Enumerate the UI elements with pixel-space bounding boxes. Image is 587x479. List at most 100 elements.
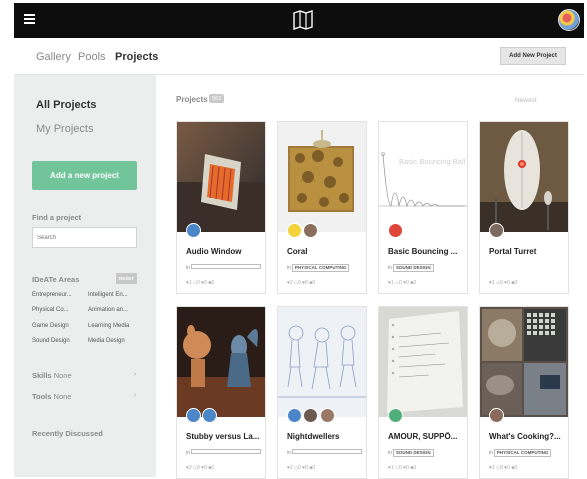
- project-thumbnail[interactable]: Basic Bouncing Ball: [379, 122, 467, 232]
- projects-heading: Projects: [176, 95, 208, 104]
- reset-button[interactable]: RESET: [116, 273, 137, 284]
- project-authors: [287, 408, 335, 425]
- project-title[interactable]: AMOUR, SUPPÔ...: [388, 432, 464, 441]
- author-avatar[interactable]: [202, 408, 218, 423]
- area-tag[interactable]: PHYSICAL COMPUTING: [493, 449, 552, 457]
- project-stats: ♥1 ◇0 ♥0 ■0: [186, 280, 215, 286]
- project-stats: ♥2 ◇0 ♥0 ■0: [186, 465, 215, 471]
- project-thumbnail[interactable]: [177, 307, 265, 417]
- project-stats: ♥1 ◇0 ♥0 ■0: [388, 465, 417, 471]
- author-avatar[interactable]: [287, 223, 302, 238]
- project-authors: [489, 408, 504, 425]
- area-filter[interactable]: Learning Media: [88, 323, 129, 329]
- tools-filter[interactable]: Tools None: [32, 392, 71, 401]
- thumbnail-caption: Basic Bouncing Ball: [399, 157, 466, 166]
- area-tag[interactable]: [291, 449, 362, 454]
- project-title[interactable]: Audio Window: [186, 247, 262, 256]
- tab-gallery[interactable]: Gallery: [36, 51, 71, 63]
- in-label: in: [388, 450, 392, 456]
- project-thumbnail[interactable]: [278, 122, 366, 232]
- project-title[interactable]: Stubby versus La...: [186, 432, 262, 441]
- chevron-right-icon[interactable]: ›: [134, 371, 136, 378]
- sub-navigation: Gallery Pools Projects Add New Project: [14, 38, 584, 75]
- project-authors: [186, 408, 218, 425]
- skills-label: Skills: [32, 371, 52, 380]
- project-stats: ♥2 ◇0 ♥0 ■0: [287, 465, 316, 471]
- project-card[interactable]: Portal Turret ♥1 ◇0 ♥0 ■0: [479, 121, 569, 294]
- project-title[interactable]: Nightdwellers: [287, 432, 363, 441]
- area-filter[interactable]: Media Design: [88, 338, 125, 344]
- map-logo-icon[interactable]: [292, 10, 314, 30]
- project-card[interactable]: Basic Bouncing Ball Basic Bouncing ... i…: [378, 121, 468, 294]
- area-filter[interactable]: Animation an...: [88, 307, 128, 313]
- chevron-right-icon[interactable]: ›: [134, 392, 136, 399]
- project-thumbnail[interactable]: [480, 122, 568, 232]
- project-card[interactable]: AMOUR, SUPPÔ... in SOUND DESIGN ♥1 ◇0 ♥0 …: [378, 306, 468, 479]
- sort-newest[interactable]: Newest: [515, 97, 537, 104]
- project-thumbnail[interactable]: [480, 307, 568, 417]
- project-thumbnail[interactable]: [379, 307, 467, 417]
- author-avatar[interactable]: [186, 223, 201, 238]
- project-stats: ♥1 ◇0 ♥0 ■0: [388, 280, 417, 286]
- author-avatar[interactable]: [287, 408, 302, 423]
- project-stats: ♥2 ◇0 ♥0 ■0: [287, 280, 316, 286]
- area-filter[interactable]: Physical Co...: [32, 307, 69, 313]
- project-area: in: [186, 264, 261, 271]
- project-title[interactable]: Basic Bouncing ...: [388, 247, 464, 256]
- author-avatar[interactable]: [489, 408, 504, 423]
- in-label: in: [186, 450, 190, 456]
- in-label: in: [287, 265, 291, 271]
- project-title[interactable]: What's Cooking?...: [489, 432, 565, 441]
- areas-label: IDeATe Areas: [32, 275, 80, 284]
- project-card[interactable]: Nightdwellers in ♥2 ◇0 ♥0 ■0: [277, 306, 367, 479]
- project-thumbnail[interactable]: [278, 307, 366, 417]
- project-area: in: [186, 449, 261, 456]
- area-filter[interactable]: Game Design: [32, 323, 69, 329]
- area-filter[interactable]: Entrepreneur...: [32, 292, 72, 298]
- tools-label: Tools: [32, 392, 52, 401]
- add-new-project-button[interactable]: Add New Project: [500, 47, 566, 65]
- area-tag[interactable]: SOUND DESIGN: [392, 264, 434, 272]
- project-area: in SOUND DESIGN: [388, 449, 434, 457]
- project-authors: [388, 223, 403, 240]
- area-tag[interactable]: PHYSICAL COMPUTING: [291, 264, 350, 272]
- author-avatar[interactable]: [303, 408, 319, 423]
- tab-pools[interactable]: Pools: [78, 51, 106, 63]
- area-filter[interactable]: Sound Design: [32, 338, 70, 344]
- top-bar: [14, 3, 584, 38]
- author-avatar[interactable]: [186, 408, 201, 423]
- tab-projects[interactable]: Projects: [115, 51, 158, 63]
- author-avatar[interactable]: [319, 408, 335, 423]
- skills-filter[interactable]: Skills None: [32, 371, 72, 380]
- project-thumbnail[interactable]: [177, 122, 265, 232]
- projects-count-badge: 563: [209, 94, 225, 103]
- all-projects-link[interactable]: All Projects: [36, 99, 97, 111]
- user-avatar[interactable]: [558, 9, 580, 31]
- sidebar: All Projects My Projects Add a new proje…: [14, 75, 156, 477]
- area-tag[interactable]: [190, 449, 261, 454]
- project-card[interactable]: Coral in PHYSICAL COMPUTING ♥2 ◇0 ♥0 ■0: [277, 121, 367, 294]
- author-avatar[interactable]: [489, 223, 504, 238]
- author-avatar[interactable]: [388, 408, 403, 423]
- my-projects-link[interactable]: My Projects: [36, 123, 93, 135]
- project-card[interactable]: Stubby versus La... in ♥2 ◇0 ♥0 ■0: [176, 306, 266, 479]
- area-tag[interactable]: [190, 264, 261, 269]
- in-label: in: [489, 450, 493, 456]
- project-title[interactable]: Portal Turret: [489, 247, 565, 256]
- author-avatar[interactable]: [388, 223, 403, 238]
- area-tag[interactable]: SOUND DESIGN: [392, 449, 434, 457]
- in-label: in: [388, 265, 392, 271]
- project-card[interactable]: What's Cooking?... in PHYSICAL COMPUTING …: [479, 306, 569, 479]
- search-input[interactable]: [32, 227, 137, 248]
- project-authors: [186, 223, 201, 240]
- hamburger-icon[interactable]: [24, 14, 35, 24]
- project-title[interactable]: Coral: [287, 247, 363, 256]
- author-avatar[interactable]: [303, 223, 319, 238]
- project-authors: [287, 223, 319, 240]
- project-area: in: [287, 449, 362, 456]
- add-project-button[interactable]: Add a new project: [32, 161, 137, 190]
- recently-discussed-label: Recently Discussed: [32, 429, 103, 438]
- area-filter[interactable]: Intelligent En...: [88, 292, 128, 298]
- project-stats: ♥1 ◇0 ♥0 ■0: [489, 280, 518, 286]
- project-card[interactable]: Audio Window in ♥1 ◇0 ♥0 ■0: [176, 121, 266, 294]
